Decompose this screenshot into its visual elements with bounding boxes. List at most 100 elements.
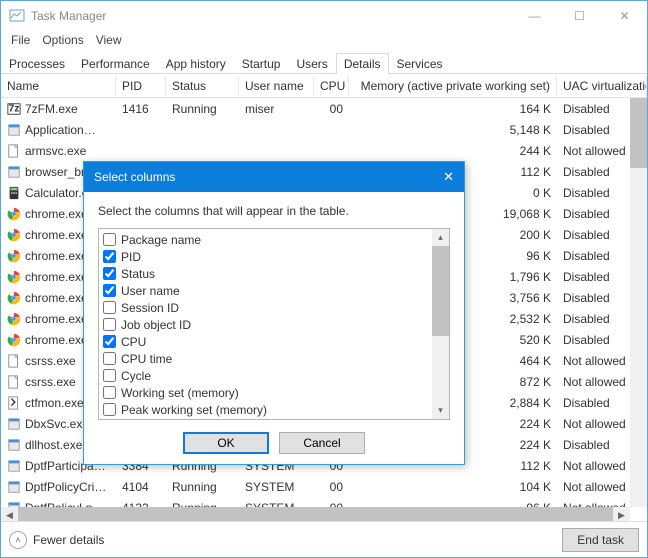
process-icon <box>7 480 21 494</box>
tab-services[interactable]: Services <box>389 53 451 74</box>
column-option-label: PID <box>121 250 141 264</box>
scrollbar-thumb[interactable] <box>432 246 449 336</box>
maximize-button[interactable]: ☐ <box>557 2 602 31</box>
menubar: File Options View <box>1 31 647 50</box>
column-option-label: Cycle <box>121 369 151 383</box>
table-row[interactable]: Application…5,148 KDisabled <box>1 119 647 140</box>
column-checkbox[interactable] <box>103 301 116 314</box>
column-checkbox[interactable] <box>103 250 116 263</box>
process-pid <box>116 149 166 153</box>
column-option-label: Working set (memory) <box>121 386 239 400</box>
vertical-scrollbar[interactable] <box>630 98 647 507</box>
col-status[interactable]: Status <box>166 76 239 96</box>
column-option[interactable]: Working set delta (memory) <box>103 418 445 420</box>
minimize-button[interactable]: — <box>512 2 557 31</box>
dialog-scrollbar[interactable]: ▴ ▾ <box>432 229 449 419</box>
column-option[interactable]: CPU <box>103 333 445 350</box>
process-icon <box>7 165 21 179</box>
process-user: SYSTEM <box>239 478 314 496</box>
process-pid: 1416 <box>116 100 166 118</box>
column-checklist[interactable]: Package name PIDStatusUser nameSession ID… <box>98 228 450 420</box>
process-name: chrome.exe <box>25 270 88 284</box>
process-name: chrome.exe <box>25 312 88 326</box>
scroll-down-icon[interactable]: ▾ <box>432 402 449 419</box>
process-icon <box>7 291 21 305</box>
column-checkbox[interactable] <box>103 403 116 416</box>
column-option[interactable]: PID <box>103 248 445 265</box>
tab-details[interactable]: Details <box>336 53 389 74</box>
column-checkbox[interactable] <box>103 284 116 297</box>
col-memory[interactable]: Memory (active private working set) <box>349 76 557 96</box>
column-option[interactable]: Cycle <box>103 367 445 384</box>
dialog-titlebar[interactable]: Select columns ✕ <box>84 162 464 192</box>
col-user[interactable]: User name <box>239 76 314 96</box>
process-name: DptfPolicyCri… <box>25 480 106 494</box>
end-task-button[interactable]: End task <box>562 528 639 552</box>
select-columns-dialog: Select columns ✕ Select the columns that… <box>83 161 465 465</box>
column-option[interactable]: CPU time <box>103 350 445 367</box>
dialog-close-button[interactable]: ✕ <box>443 169 454 185</box>
column-option[interactable]: Status <box>103 265 445 282</box>
ok-button[interactable]: OK <box>183 432 269 454</box>
process-cpu <box>314 149 349 153</box>
process-name: 7zFM.exe <box>25 102 78 116</box>
process-icon <box>7 249 21 263</box>
process-icon <box>7 354 21 368</box>
process-user <box>239 128 314 132</box>
col-uac[interactable]: UAC virtualization <box>557 76 647 96</box>
process-cpu <box>314 128 349 132</box>
process-icon <box>7 144 21 158</box>
tab-performance[interactable]: Performance <box>73 53 158 74</box>
column-option[interactable]: Working set (memory) <box>103 384 445 401</box>
scroll-up-icon[interactable]: ▴ <box>432 229 449 246</box>
close-button[interactable]: ✕ <box>602 2 647 31</box>
process-name: chrome.exe <box>25 249 88 263</box>
column-checkbox[interactable] <box>103 335 116 348</box>
tab-startup[interactable]: Startup <box>234 53 289 74</box>
column-checkbox[interactable] <box>103 233 116 246</box>
menu-view[interactable]: View <box>90 31 128 50</box>
table-row[interactable]: armsvc.exe244 KNot allowed <box>1 140 647 161</box>
scrollbar-thumb[interactable] <box>630 98 647 168</box>
column-option-label: Package name <box>121 233 201 247</box>
cancel-button[interactable]: Cancel <box>279 432 365 454</box>
column-checkbox[interactable] <box>103 386 116 399</box>
column-option-label: Job object ID <box>121 318 191 332</box>
tab-users[interactable]: Users <box>288 53 335 74</box>
tab-app-history[interactable]: App history <box>158 53 234 74</box>
tab-processes[interactable]: Processes <box>1 53 73 74</box>
process-name: ctfmon.exe <box>25 396 84 410</box>
table-row[interactable]: 7z7zFM.exe1416Runningmiser00164 KDisable… <box>1 98 647 119</box>
process-icon <box>7 396 21 410</box>
column-checkbox[interactable] <box>103 267 116 280</box>
process-user: miser <box>239 100 314 118</box>
dialog-message: Select the columns that will appear in t… <box>98 204 450 218</box>
table-row[interactable]: DptfPolicyCri…4104RunningSYSTEM00104 KNo… <box>1 476 647 497</box>
chevron-up-icon: ˄ <box>9 531 27 549</box>
menu-file[interactable]: File <box>5 31 36 50</box>
process-memory: 5,148 K <box>349 121 557 139</box>
column-checkbox[interactable] <box>103 352 116 365</box>
column-checkbox[interactable] <box>103 318 116 331</box>
col-pid[interactable]: PID <box>116 76 166 96</box>
column-option[interactable]: Job object ID <box>103 316 445 333</box>
process-icon <box>7 333 21 347</box>
process-status: Running <box>166 478 239 496</box>
column-option[interactable]: User name <box>103 282 445 299</box>
col-cpu[interactable]: CPU <box>314 76 349 96</box>
column-option-label: Peak working set (memory) <box>121 403 267 417</box>
process-name: csrss.exe <box>25 375 76 389</box>
column-option[interactable]: Session ID <box>103 299 445 316</box>
fewer-details-button[interactable]: ˄ Fewer details <box>9 531 104 549</box>
column-option[interactable]: Peak working set (memory) <box>103 401 445 418</box>
column-option-label: CPU time <box>121 352 172 366</box>
process-name: chrome.exe <box>25 228 88 242</box>
titlebar[interactable]: Task Manager — ☐ ✕ <box>1 1 647 31</box>
col-name[interactable]: Name <box>1 76 116 96</box>
column-checkbox[interactable] <box>103 369 116 382</box>
process-status <box>166 149 239 153</box>
process-name: chrome.exe <box>25 207 88 221</box>
column-option[interactable]: Package name <box>103 231 445 248</box>
menu-options[interactable]: Options <box>36 31 89 50</box>
dialog-title: Select columns <box>94 170 175 184</box>
